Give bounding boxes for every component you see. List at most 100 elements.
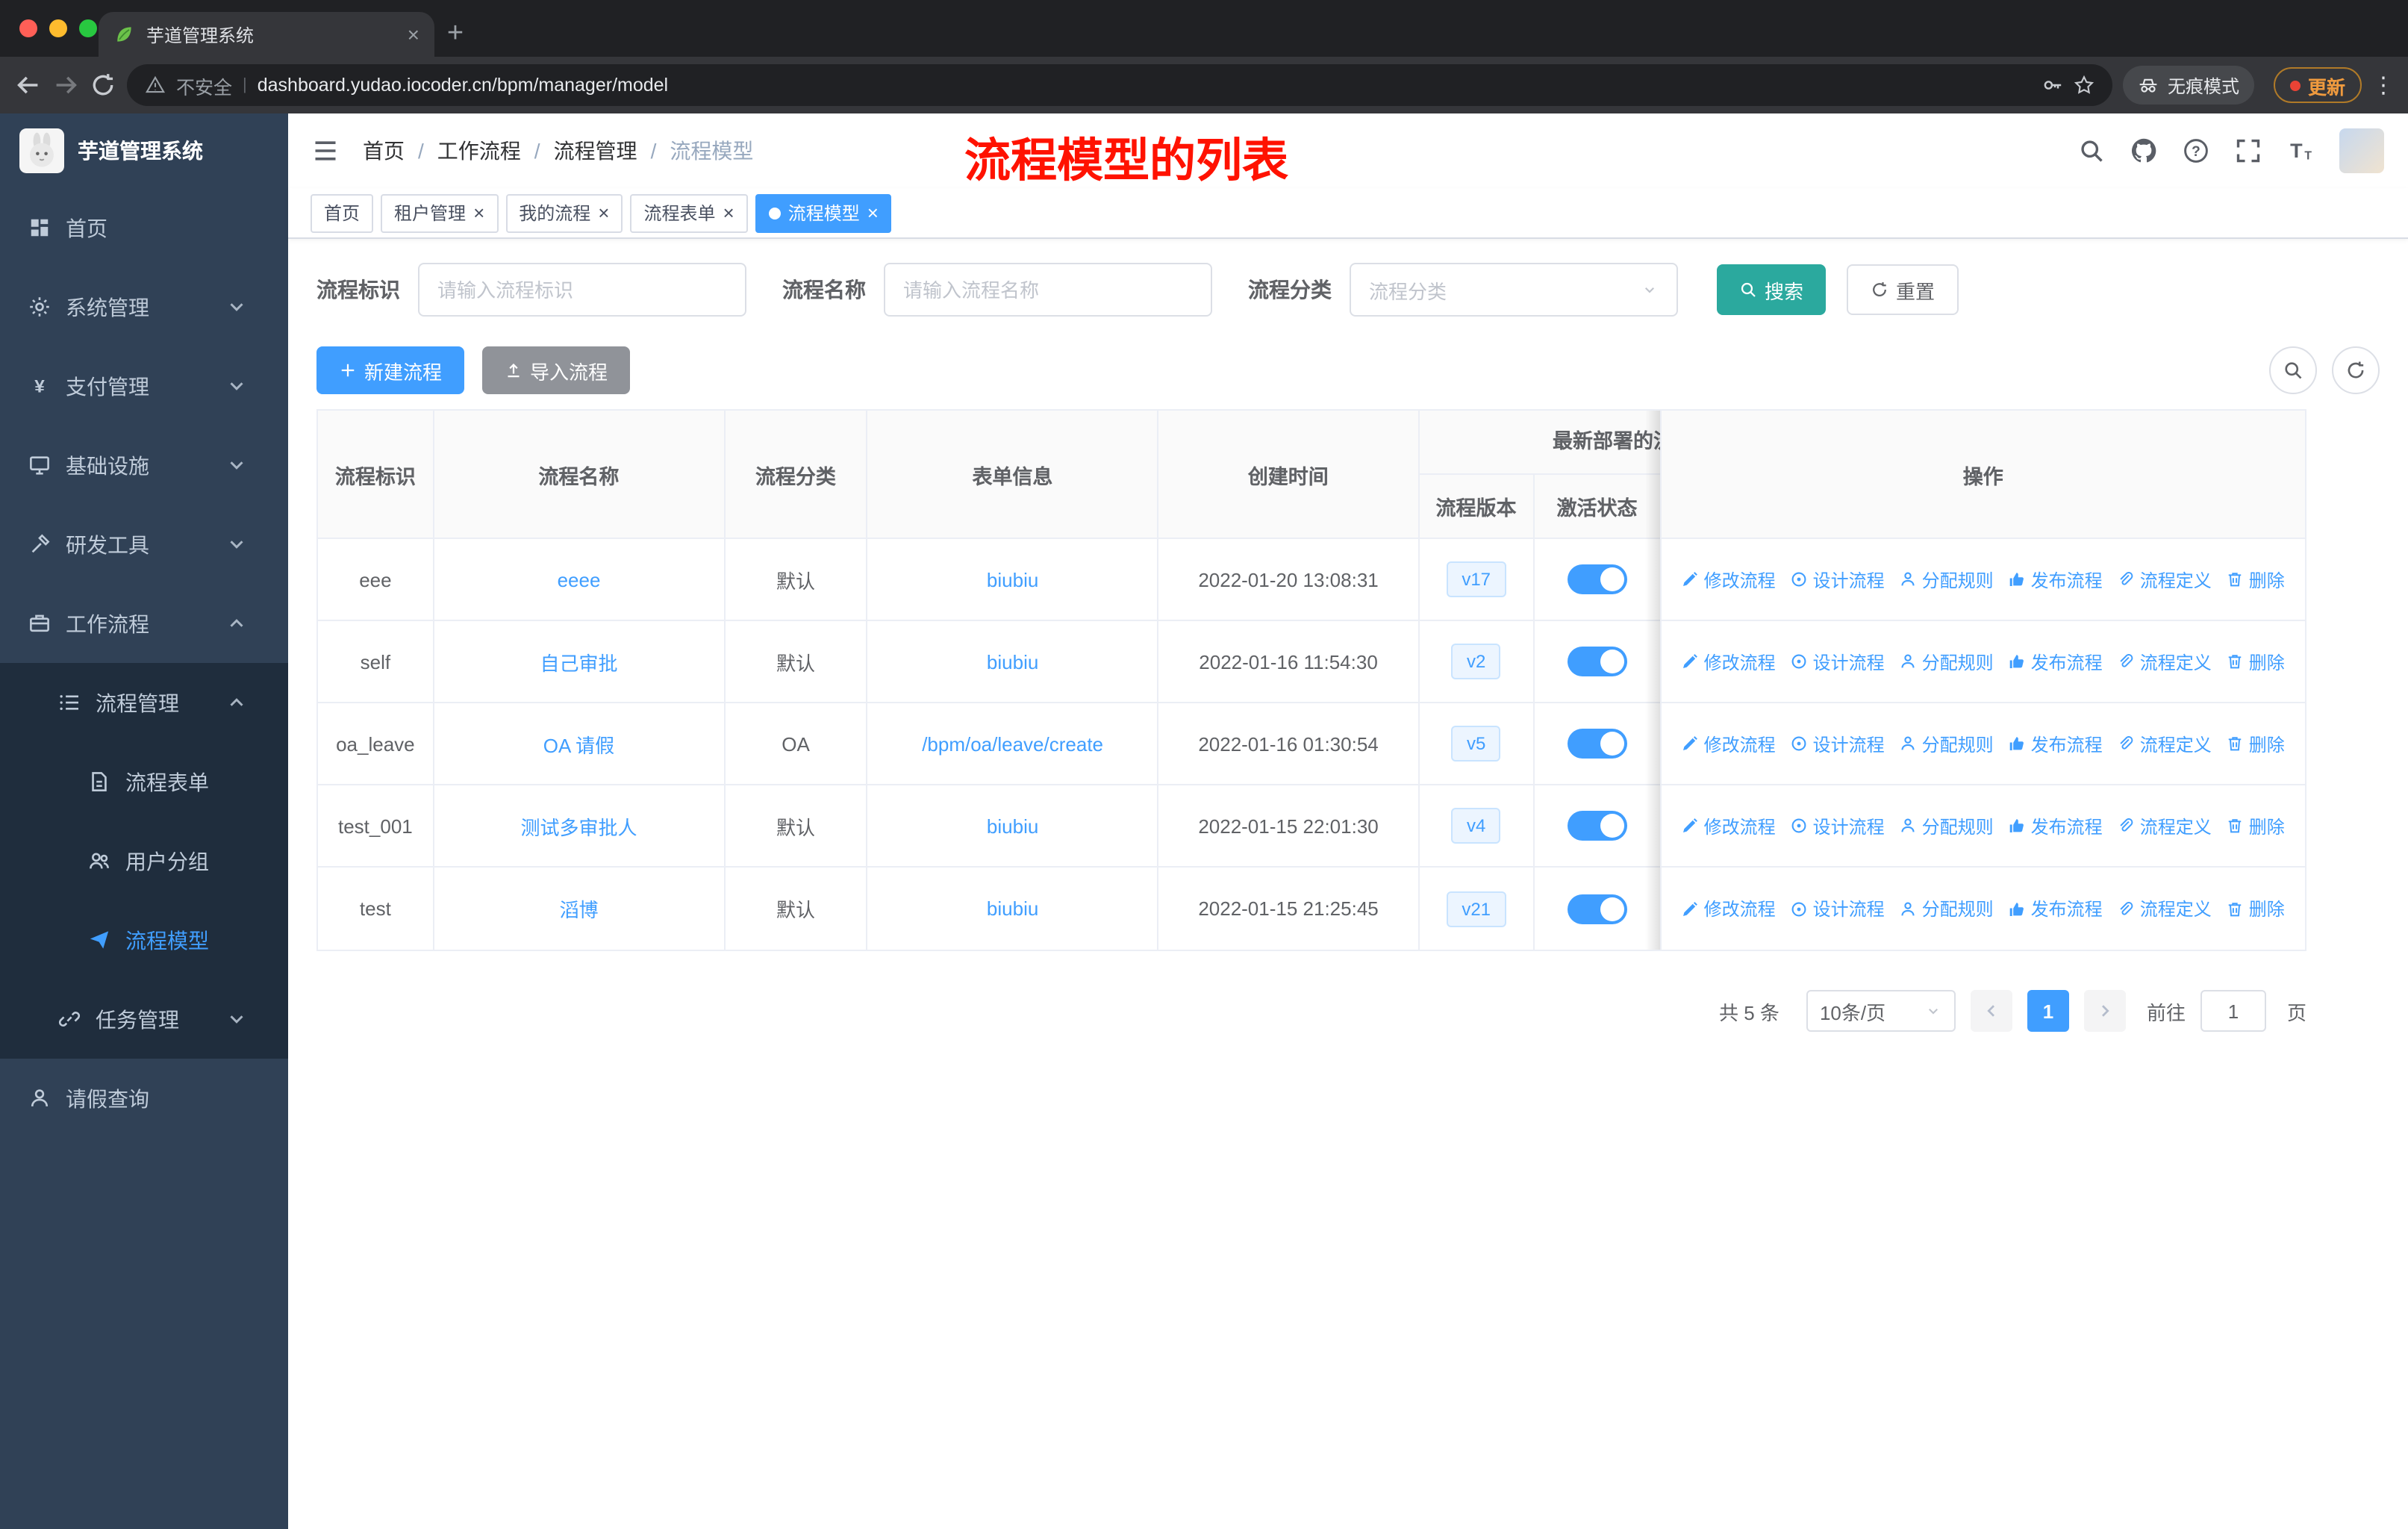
sidebar-item-process-model[interactable]: 流程模型 bbox=[0, 900, 288, 980]
current-page[interactable]: 1 bbox=[2027, 990, 2069, 1032]
collapse-menu-button[interactable] bbox=[312, 137, 339, 164]
toggle-search-button[interactable] bbox=[2269, 346, 2317, 394]
close-icon[interactable]: × bbox=[473, 203, 484, 222]
action-edit[interactable]: 修改流程 bbox=[1682, 567, 1776, 592]
breadcrumb-item[interactable]: 首页 bbox=[363, 136, 405, 166]
active-toggle[interactable] bbox=[1567, 647, 1627, 676]
github-icon[interactable] bbox=[2130, 137, 2157, 164]
process-name-link[interactable]: eeee bbox=[434, 539, 726, 620]
fullscreen-icon[interactable] bbox=[2235, 137, 2262, 164]
action-edit[interactable]: 修改流程 bbox=[1682, 731, 1776, 756]
action-definition[interactable]: 流程定义 bbox=[2118, 649, 2212, 674]
process-name-link[interactable]: 滔博 bbox=[434, 868, 726, 950]
back-button[interactable] bbox=[15, 72, 42, 99]
sidebar-item-user-group[interactable]: 用户分组 bbox=[0, 821, 288, 900]
form-info-link[interactable]: biubiu bbox=[868, 621, 1159, 702]
sidebar-item-infrastructure[interactable]: 基础设施 bbox=[0, 426, 288, 505]
tab-close-icon[interactable]: × bbox=[408, 24, 419, 45]
minimize-window-button[interactable] bbox=[49, 19, 67, 37]
refresh-table-button[interactable] bbox=[2332, 346, 2380, 394]
action-design[interactable]: 设计流程 bbox=[1791, 896, 1885, 921]
action-assign-rule[interactable]: 分配规则 bbox=[1900, 896, 1994, 921]
sidebar-item-process-form[interactable]: 流程表单 bbox=[0, 742, 288, 821]
tag-home[interactable]: 首页 bbox=[311, 193, 374, 232]
goto-page-input[interactable] bbox=[2200, 990, 2266, 1032]
process-key-input[interactable] bbox=[418, 263, 746, 317]
search-icon[interactable] bbox=[2078, 137, 2105, 164]
zoom-window-button[interactable] bbox=[79, 19, 97, 37]
bookmark-star-icon[interactable] bbox=[2074, 75, 2094, 96]
action-delete[interactable]: 删除 bbox=[2227, 567, 2285, 592]
category-select[interactable]: 流程分类 bbox=[1350, 263, 1678, 317]
sidebar-item-workflow[interactable]: 工作流程 bbox=[0, 584, 288, 663]
process-name-input[interactable] bbox=[884, 263, 1212, 317]
create-process-button[interactable]: 新建流程 bbox=[316, 346, 465, 394]
page-size-select[interactable]: 10条/页 bbox=[1806, 990, 1956, 1032]
close-icon[interactable]: × bbox=[598, 203, 609, 222]
action-assign-rule[interactable]: 分配规则 bbox=[1900, 649, 1994, 674]
process-name-link[interactable]: 自己审批 bbox=[434, 621, 726, 702]
update-button[interactable]: 更新 bbox=[2273, 67, 2362, 103]
action-design[interactable]: 设计流程 bbox=[1791, 731, 1885, 756]
active-toggle[interactable] bbox=[1567, 564, 1627, 594]
sidebar-item-dev-tools[interactable]: 研发工具 bbox=[0, 505, 288, 584]
close-window-button[interactable] bbox=[19, 19, 37, 37]
breadcrumb-item[interactable]: 工作流程 bbox=[437, 136, 521, 166]
forward-button[interactable] bbox=[52, 72, 79, 99]
sidebar-item-payment-mgmt[interactable]: ¥ 支付管理 bbox=[0, 346, 288, 426]
browser-tab[interactable]: 芋道管理系统 × bbox=[99, 12, 434, 57]
process-name-link[interactable]: OA 请假 bbox=[434, 703, 726, 784]
action-design[interactable]: 设计流程 bbox=[1791, 649, 1885, 674]
sidebar-item-home[interactable]: 首页 bbox=[0, 188, 288, 267]
action-definition[interactable]: 流程定义 bbox=[2118, 567, 2212, 592]
prev-page-button[interactable] bbox=[1970, 990, 2012, 1032]
sidebar-item-leave-query[interactable]: 请假查询 bbox=[0, 1059, 288, 1138]
process-name-link[interactable]: 测试多审批人 bbox=[434, 785, 726, 866]
sidebar-item-task-mgmt[interactable]: 任务管理 bbox=[0, 980, 288, 1059]
next-page-button[interactable] bbox=[2083, 990, 2126, 1032]
action-delete[interactable]: 删除 bbox=[2227, 731, 2285, 756]
action-publish[interactable]: 发布流程 bbox=[2009, 731, 2103, 756]
new-tab-button[interactable]: + bbox=[434, 13, 476, 55]
address-bar[interactable]: 不安全 | dashboard.yudao.iocoder.cn/bpm/man… bbox=[127, 64, 2112, 106]
action-edit[interactable]: 修改流程 bbox=[1682, 813, 1776, 838]
help-icon[interactable]: ? bbox=[2183, 137, 2209, 164]
active-toggle[interactable] bbox=[1567, 811, 1627, 841]
sidebar-item-system-mgmt[interactable]: 系统管理 bbox=[0, 267, 288, 346]
tag-my-process[interactable]: 我的流程 × bbox=[505, 193, 623, 232]
tag-process-model[interactable]: 流程模型 × bbox=[755, 193, 892, 232]
action-publish[interactable]: 发布流程 bbox=[2009, 649, 2103, 674]
action-delete[interactable]: 删除 bbox=[2227, 649, 2285, 674]
password-key-icon[interactable] bbox=[2042, 75, 2063, 96]
user-avatar[interactable] bbox=[2339, 128, 2384, 173]
form-info-link[interactable]: /bpm/oa/leave/create bbox=[868, 703, 1159, 784]
active-toggle[interactable] bbox=[1567, 894, 1627, 924]
action-assign-rule[interactable]: 分配规则 bbox=[1900, 813, 1994, 838]
close-icon[interactable]: × bbox=[867, 203, 879, 222]
action-publish[interactable]: 发布流程 bbox=[2009, 813, 2103, 838]
tag-tenant-mgmt[interactable]: 租户管理 × bbox=[381, 193, 499, 232]
action-publish[interactable]: 发布流程 bbox=[2009, 896, 2103, 921]
sidebar-item-process-mgmt[interactable]: 流程管理 bbox=[0, 663, 288, 742]
form-info-link[interactable]: biubiu bbox=[868, 539, 1159, 620]
reload-button[interactable] bbox=[90, 72, 116, 99]
browser-menu-button[interactable]: ⋮ bbox=[2372, 72, 2395, 99]
action-definition[interactable]: 流程定义 bbox=[2118, 813, 2212, 838]
breadcrumb-item[interactable]: 流程管理 bbox=[554, 136, 637, 166]
form-info-link[interactable]: biubiu bbox=[868, 868, 1159, 950]
action-definition[interactable]: 流程定义 bbox=[2118, 896, 2212, 921]
search-button[interactable]: 搜索 bbox=[1717, 264, 1827, 315]
action-assign-rule[interactable]: 分配规则 bbox=[1900, 567, 1994, 592]
tag-process-form[interactable]: 流程表单 × bbox=[630, 193, 748, 232]
close-icon[interactable]: × bbox=[723, 203, 734, 222]
action-design[interactable]: 设计流程 bbox=[1791, 567, 1885, 592]
action-assign-rule[interactable]: 分配规则 bbox=[1900, 731, 1994, 756]
action-delete[interactable]: 删除 bbox=[2227, 896, 2285, 921]
action-edit[interactable]: 修改流程 bbox=[1682, 649, 1776, 674]
font-size-icon[interactable]: TT bbox=[2287, 137, 2314, 164]
active-toggle[interactable] bbox=[1567, 729, 1627, 759]
action-edit[interactable]: 修改流程 bbox=[1682, 896, 1776, 921]
reset-button[interactable]: 重置 bbox=[1847, 264, 1959, 315]
action-delete[interactable]: 删除 bbox=[2227, 813, 2285, 838]
action-publish[interactable]: 发布流程 bbox=[2009, 567, 2103, 592]
